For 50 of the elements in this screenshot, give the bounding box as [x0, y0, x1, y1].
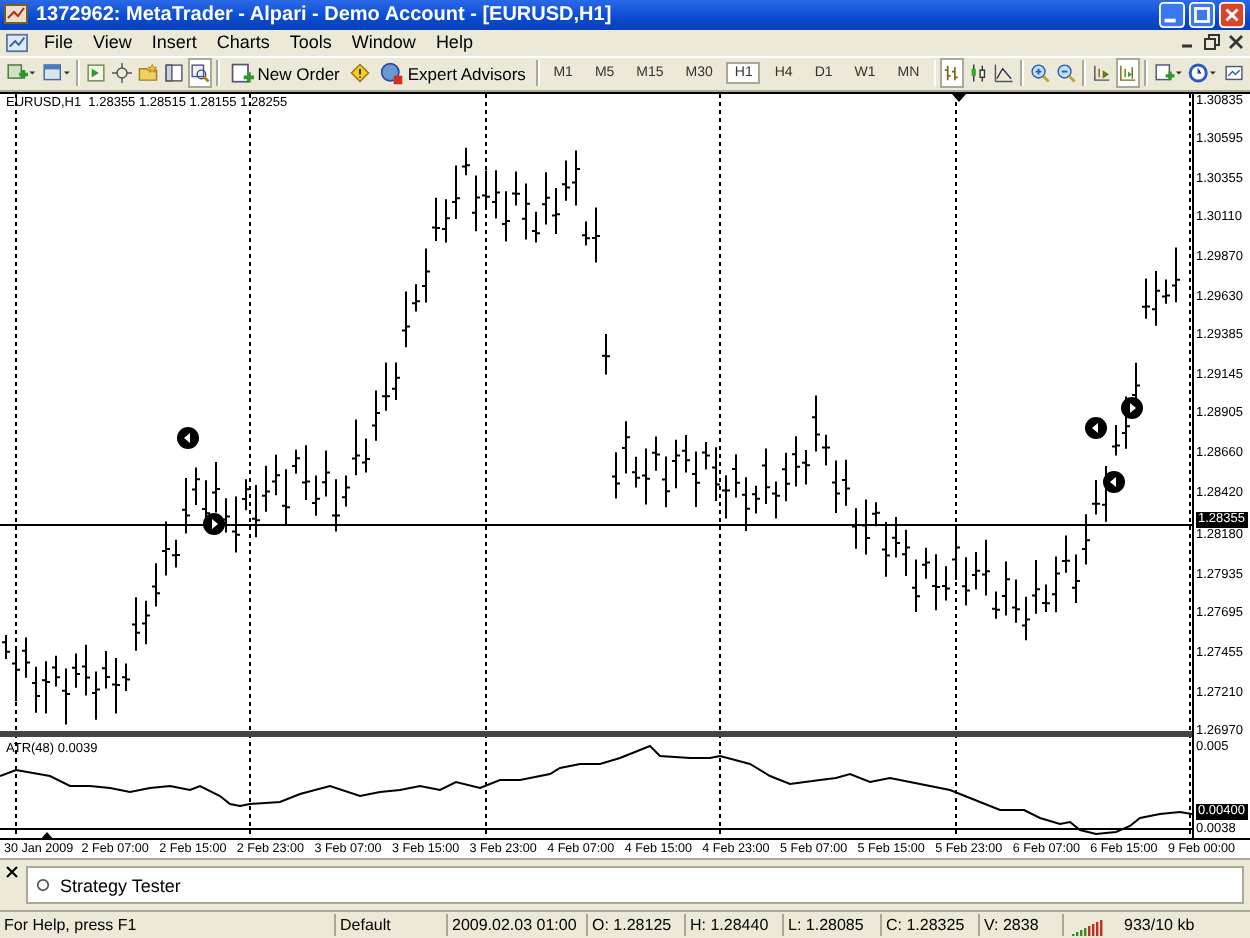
expert-advisors-button[interactable]: Expert Advisors — [375, 61, 530, 86]
menu-item[interactable]: Tools — [281, 32, 340, 53]
status-text: For Help, press F1 — [0, 914, 336, 937]
close-icon[interactable] — [6, 866, 18, 879]
bar-chart-icon[interactable] — [942, 60, 963, 87]
minimize-button[interactable] — [1158, 1, 1186, 28]
warning-icon[interactable] — [349, 60, 370, 87]
chart-window-icon — [6, 31, 28, 54]
trade-marker-icon — [203, 512, 225, 535]
close-icon[interactable] — [1228, 34, 1244, 51]
menu-item[interactable]: Insert — [143, 32, 205, 53]
clock-icon[interactable] — [1188, 60, 1218, 87]
folder-star-icon[interactable] — [138, 60, 159, 87]
chart-shift-icon[interactable] — [1091, 60, 1112, 87]
status-text: 933/10 kb — [1122, 914, 1197, 937]
navigator-icon[interactable] — [86, 60, 107, 87]
trade-marker-icon — [1121, 396, 1143, 419]
status-text: H: 1.28440 — [686, 914, 784, 937]
status-text: V: 2838 — [980, 914, 1064, 937]
menu-item[interactable]: Help — [427, 32, 481, 53]
status-text: L: 1.28085 — [784, 914, 882, 937]
status-text: 2009.02.03 01:00 — [448, 914, 588, 937]
zoom-out-icon[interactable] — [1056, 60, 1077, 87]
line-chart-icon[interactable] — [994, 60, 1015, 87]
status-text: C: 1.28325 — [882, 914, 980, 937]
status-text: Default — [336, 914, 448, 937]
restore-icon[interactable] — [1204, 34, 1220, 51]
zoom-in-icon[interactable] — [1030, 60, 1051, 87]
window-title: 1372962: MetaTrader - Alpari - Demo Account - [EURUSD,H1] — [36, 3, 614, 26]
menu-item[interactable]: File — [36, 32, 82, 53]
maximize-button[interactable] — [1188, 1, 1216, 28]
crosshair-icon[interactable] — [112, 60, 133, 87]
new-order-button[interactable]: New Order — [225, 61, 344, 86]
menu-item[interactable]: Charts — [208, 32, 278, 53]
menu-item[interactable]: Window — [343, 32, 424, 53]
trade-marker-icon — [1103, 470, 1125, 493]
app-icon — [4, 2, 28, 27]
trade-marker-icon — [1085, 416, 1107, 439]
strategy-tester-tab[interactable]: Strategy Tester — [26, 866, 1244, 905]
close-button[interactable] — [1218, 1, 1246, 28]
circle-icon — [36, 878, 50, 893]
document-plus-icon — [229, 61, 254, 86]
menu-item[interactable]: View — [85, 32, 140, 53]
globe-icon — [379, 61, 404, 86]
trade-marker-icon — [177, 426, 199, 449]
magnifier-icon[interactable] — [190, 60, 211, 87]
status-text: O: 1.28125 — [588, 914, 686, 937]
candlestick-icon[interactable] — [968, 60, 989, 87]
autoscroll-icon[interactable] — [1117, 60, 1138, 87]
panel-icon[interactable] — [164, 60, 185, 87]
